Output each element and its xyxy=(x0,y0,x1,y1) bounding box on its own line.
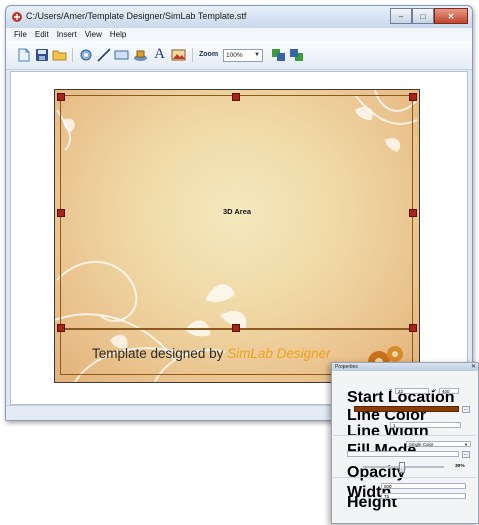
divider xyxy=(333,435,476,436)
line-tool-icon[interactable] xyxy=(96,47,111,62)
chevron-down-icon: ▼ xyxy=(464,442,468,447)
opacity-slider-thumb[interactable] xyxy=(399,462,405,473)
properties-title-bar[interactable]: Properties ✕ xyxy=(332,363,478,371)
fill-browse-button[interactable]: ... xyxy=(462,451,470,458)
image-tool-icon[interactable] xyxy=(171,47,186,62)
text-tool-icon[interactable]: A xyxy=(152,46,167,62)
start-x-input[interactable]: 22 xyxy=(395,388,429,394)
fill-path-input[interactable] xyxy=(347,451,459,457)
zoom-select[interactable]: 100% ▼ xyxy=(223,49,263,62)
resize-handle[interactable] xyxy=(57,209,65,217)
maximize-button[interactable]: □ xyxy=(412,8,434,24)
zoom-label: Zoom xyxy=(199,51,219,58)
opacity-value: 30% xyxy=(455,464,465,469)
line-color-browse-button[interactable]: ... xyxy=(462,406,470,413)
minimize-button[interactable]: – xyxy=(390,8,412,24)
title-bar[interactable]: C:/Users/Amer/Template Designer/SimLab T… xyxy=(6,6,472,28)
resize-handle[interactable] xyxy=(57,93,65,101)
width-input[interactable]: 500 xyxy=(381,483,466,489)
chevron-down-icon: ▼ xyxy=(254,52,260,58)
save-icon[interactable] xyxy=(34,47,49,62)
template-canvas[interactable]: 3D Area Template designed by SimLab Desi… xyxy=(54,89,420,383)
height-input[interactable]: 75 xyxy=(381,493,466,499)
resize-handle[interactable] xyxy=(409,93,417,101)
line-color-swatch[interactable] xyxy=(354,406,459,412)
move-up-icon[interactable] xyxy=(271,47,286,62)
resize-handle[interactable] xyxy=(232,93,240,101)
text-tool-glyph: A xyxy=(154,46,165,62)
open-folder-icon[interactable] xyxy=(52,47,67,62)
fill-mode-value: Single Color xyxy=(409,442,434,447)
zoom-value: 100% xyxy=(226,52,243,59)
footer-plain: Template designed by xyxy=(92,346,228,361)
resize-handle[interactable] xyxy=(57,324,65,332)
menu-bar: File Edit Insert View Help xyxy=(6,28,472,41)
footer-text: Template designed by SimLab Designer xyxy=(92,346,331,361)
resize-handle[interactable] xyxy=(409,324,417,332)
start-y-input[interactable]: 400 xyxy=(439,388,459,394)
menu-view[interactable]: View xyxy=(85,30,102,39)
app-icon xyxy=(12,12,22,22)
footer-brand: SimLab Designer xyxy=(227,346,331,361)
menu-file[interactable]: File xyxy=(14,30,27,39)
resize-handle[interactable] xyxy=(232,324,240,332)
refresh-icon[interactable] xyxy=(78,47,93,62)
fill-mode-select[interactable]: Single Color ▼ xyxy=(406,441,471,447)
rectangle-tool-icon[interactable] xyxy=(114,47,129,62)
y-label: Y xyxy=(433,389,437,394)
divider xyxy=(333,477,476,478)
3d-area-icon[interactable] xyxy=(133,47,148,62)
menu-insert[interactable]: Insert xyxy=(57,30,77,39)
line-width-input[interactable]: 1 xyxy=(390,422,461,428)
menu-edit[interactable]: Edit xyxy=(35,30,49,39)
close-icon[interactable]: ✕ xyxy=(471,363,476,371)
new-file-icon[interactable] xyxy=(16,47,31,62)
close-button[interactable]: ✕ xyxy=(434,8,468,24)
window-title: C:/Users/Amer/Template Designer/SimLab T… xyxy=(26,11,247,21)
move-down-icon[interactable] xyxy=(289,47,304,62)
properties-title: Properties xyxy=(335,364,358,370)
3d-area-label: 3D Area xyxy=(222,207,252,216)
x-label: X xyxy=(389,389,393,394)
toolbar: A Zoom 100% ▼ xyxy=(6,41,472,70)
menu-help[interactable]: Help xyxy=(110,30,126,39)
resize-handle[interactable] xyxy=(409,209,417,217)
